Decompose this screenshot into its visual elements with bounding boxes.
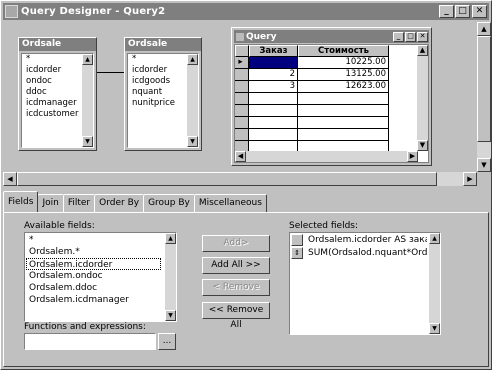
- table-title: Ordsale: [19, 38, 96, 51]
- query-result-window[interactable]: Query _ □ ✕ Заказ Стоимость ▸ 1 10225.00…: [231, 27, 432, 166]
- grid-cell[interactable]: 1: [249, 57, 298, 69]
- close-button[interactable]: ✕: [417, 31, 428, 42]
- functions-label: Functions and expressions:: [24, 322, 146, 332]
- grid-icon: [236, 32, 244, 41]
- list-item[interactable]: Ordsalem.ddoc: [27, 282, 97, 294]
- tab-filter[interactable]: Filter: [62, 194, 96, 212]
- current-row-icon: ▸: [235, 57, 249, 69]
- functions-input[interactable]: [24, 333, 156, 350]
- scroll-left-icon[interactable]: ◀: [3, 172, 17, 186]
- table-box-ordsalod[interactable]: Ordsale * icdorder icdgoods nquant nunit…: [124, 37, 202, 151]
- tab-miscellaneous[interactable]: Miscellaneous: [193, 194, 267, 212]
- diagram-vertical-scrollbar[interactable]: ▲ ▼: [477, 22, 491, 172]
- query-title-bar: Query _ □ ✕: [234, 30, 429, 43]
- list-item[interactable]: Ordsalem.*: [27, 246, 80, 258]
- result-grid[interactable]: Заказ Стоимость ▸ 1 10225.00 2 13125.00 …: [234, 44, 429, 163]
- move-handle-icon[interactable]: ⇕: [291, 247, 303, 259]
- title-bar: Query Designer - Query2 _ □ ✕: [3, 3, 489, 20]
- table-row[interactable]: ▸ 1 10225.00: [235, 57, 428, 69]
- close-button[interactable]: ✕: [472, 5, 487, 18]
- list-item[interactable]: Ordsalem.ondoc: [27, 270, 103, 282]
- column-header[interactable]: Стоимость: [298, 45, 389, 57]
- add-all-button[interactable]: Add All >>: [202, 257, 270, 274]
- tab-join[interactable]: Join: [37, 194, 64, 212]
- scroll-up-icon[interactable]: ▲: [82, 54, 93, 65]
- query-designer-window: Query Designer - Query2 _ □ ✕ Ordsale * …: [0, 0, 492, 370]
- tab-fields[interactable]: Fields: [3, 191, 39, 212]
- window-title: Query Designer - Query2: [21, 6, 166, 17]
- scroll-down-icon[interactable]: ▼: [417, 140, 428, 151]
- tab-order-by[interactable]: Order By: [94, 194, 145, 212]
- scroll-down-icon[interactable]: ▼: [187, 136, 198, 147]
- grid-horizontal-scrollbar[interactable]: ◀ ▶: [235, 151, 418, 162]
- maximize-button[interactable]: □: [455, 5, 470, 18]
- list-item[interactable]: Ordsalem.icdorder AS зака: [306, 234, 427, 246]
- list-item[interactable]: *: [27, 234, 34, 246]
- move-handle-icon[interactable]: [291, 234, 303, 246]
- scroll-down-icon[interactable]: ▼: [429, 323, 440, 334]
- scroll-up-icon[interactable]: ▲: [477, 22, 491, 36]
- column-header[interactable]: Заказ: [249, 45, 298, 57]
- grid-cell[interactable]: 12623.00: [298, 81, 389, 93]
- scroll-left-icon[interactable]: ◀: [235, 151, 246, 162]
- browse-button[interactable]: ...: [158, 333, 176, 350]
- scroll-down-icon[interactable]: ▼: [165, 310, 176, 321]
- scroll-right-icon[interactable]: ▶: [407, 151, 418, 162]
- available-fields-label: Available fields:: [24, 221, 95, 231]
- scroll-up-icon[interactable]: ▲: [429, 233, 440, 244]
- selected-fields-list[interactable]: Ordsalem.icdorder AS зака ⇕ SUM(Ordsalod…: [289, 232, 441, 335]
- scroll-thumb[interactable]: [477, 36, 491, 142]
- minimize-button[interactable]: _: [439, 5, 454, 18]
- tab-strip: Fields Join Filter Order By Group By Mis…: [3, 191, 267, 212]
- grid-cell[interactable]: 3: [249, 81, 298, 93]
- query-title: Query: [246, 31, 277, 42]
- grid-cell[interactable]: 13125.00: [298, 69, 389, 81]
- selected-fields-label: Selected fields:: [289, 221, 359, 231]
- grid-cell[interactable]: 2: [249, 69, 298, 81]
- scroll-right-icon[interactable]: ▶: [463, 172, 477, 186]
- maximize-button[interactable]: □: [405, 31, 416, 42]
- list-scrollbar[interactable]: ▲ ▼: [165, 233, 176, 321]
- list-item[interactable]: SUM(Ordsalod.nquant*Ord: [306, 247, 427, 259]
- remove-button[interactable]: < Remove: [202, 279, 270, 296]
- grid-cell[interactable]: 10225.00: [298, 57, 389, 69]
- available-fields-list[interactable]: * Ordsalem.* Ordsalem.icdorder Ordsalem.…: [24, 232, 177, 322]
- diagram-horizontal-scrollbar[interactable]: ◀ ▶: [3, 172, 477, 186]
- app-icon: [5, 5, 18, 18]
- list-item[interactable]: Ordsalem.icdmanager: [27, 294, 129, 306]
- list-item[interactable]: Ordsalem.icdorder: [26, 258, 161, 270]
- table-scrollbar[interactable]: ▲ ▼: [187, 54, 198, 147]
- scroll-down-icon[interactable]: ▼: [82, 136, 93, 147]
- scroll-up-icon[interactable]: ▲: [165, 233, 176, 244]
- add-button[interactable]: Add>: [202, 235, 270, 252]
- scroll-up-icon[interactable]: ▲: [417, 45, 428, 56]
- minimize-button[interactable]: _: [393, 31, 404, 42]
- grid-header-row: Заказ Стоимость: [235, 45, 428, 57]
- table-box-ordsalem[interactable]: Ordsale * icdorder ondoc ddoc icdmanager…: [18, 37, 97, 151]
- grid-vertical-scrollbar[interactable]: ▲ ▼: [417, 45, 428, 151]
- table-row[interactable]: 3 12623.00: [235, 81, 428, 93]
- tab-group-by[interactable]: Group By: [143, 194, 195, 212]
- table-row[interactable]: 2 13125.00: [235, 69, 428, 81]
- scroll-thumb[interactable]: [17, 172, 437, 186]
- scroll-up-icon[interactable]: ▲: [187, 54, 198, 65]
- remove-all-button[interactable]: << Remove All: [202, 302, 270, 330]
- list-scrollbar[interactable]: ▲ ▼: [429, 233, 440, 334]
- fields-tab-panel: Available fields: * Ordsalem.* Ordsalem.…: [3, 212, 489, 367]
- table-title: Ordsale: [125, 38, 201, 51]
- scroll-down-icon[interactable]: ▼: [477, 158, 491, 172]
- join-line: [97, 72, 124, 73]
- table-scrollbar[interactable]: ▲ ▼: [82, 54, 93, 147]
